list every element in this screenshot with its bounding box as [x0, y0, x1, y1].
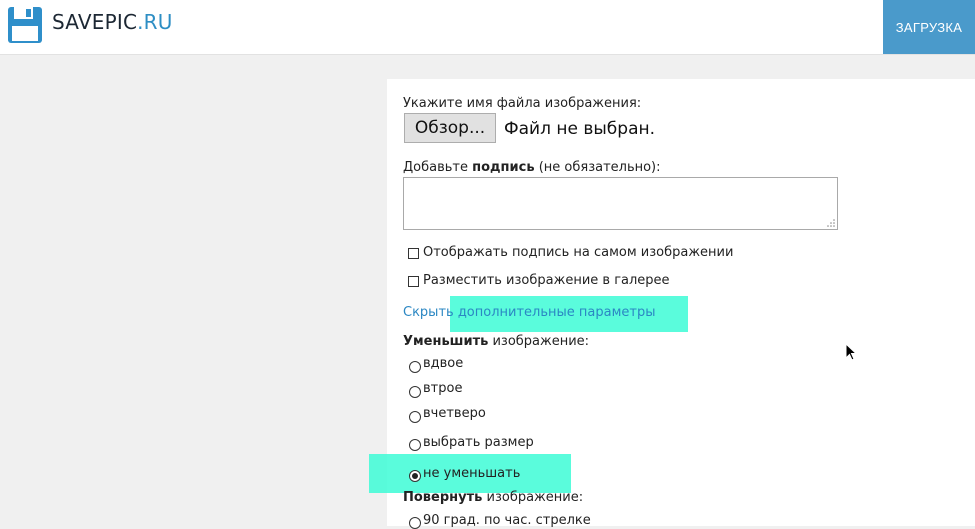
reduce-radio-none[interactable]: [409, 470, 421, 482]
reduce-option-label: не уменьшать: [423, 466, 521, 481]
caption-label: Добавьте подпись (не обязательно):: [403, 160, 661, 175]
reduce-label: Уменьшить изображение:: [403, 334, 589, 349]
rotate-radio-90cw[interactable]: [409, 517, 421, 529]
gallery-checkbox[interactable]: [408, 276, 419, 287]
reduce-radio-third[interactable]: [409, 386, 421, 398]
logo-tld: .RU: [137, 10, 173, 34]
reduce-option-label: вдвое: [423, 356, 464, 371]
logo-name: SAVEPIC: [52, 10, 138, 34]
site-logo[interactable]: SAVEPIC.RU: [52, 10, 173, 34]
reduce-option-label: выбрать размер: [423, 435, 534, 450]
rotate-label: Повернуть изображение:: [403, 490, 583, 505]
mouse-pointer-icon: [845, 343, 857, 361]
rotate-label-bold: Повернуть: [403, 490, 483, 505]
upload-nav-button[interactable]: ЗАГРУЗКА: [883, 0, 975, 54]
reduce-label-suffix: изображение:: [488, 334, 590, 349]
show-caption-checkbox[interactable]: [408, 248, 419, 259]
reduce-radio-quarter[interactable]: [409, 411, 421, 423]
top-bar: SAVEPIC.RU ЗАГРУЗКА: [0, 0, 975, 55]
caption-label-suffix: (не обязательно):: [534, 160, 661, 175]
caption-label-prefix: Добавьте: [403, 160, 473, 175]
reduce-option-label: втрое: [423, 381, 463, 396]
resize-grip-icon[interactable]: [827, 219, 835, 227]
browse-button[interactable]: Обзор...: [404, 113, 496, 143]
file-prompt-label: Укажите имя файла изображения:: [403, 96, 642, 111]
show-caption-label: Отображать подпись на самом изображении: [423, 245, 734, 260]
gallery-label: Разместить изображение в галерее: [423, 273, 670, 288]
caption-textarea[interactable]: [403, 177, 838, 230]
file-status-text: Файл не выбран.: [504, 119, 655, 139]
floppy-disk-icon: [8, 7, 42, 43]
toggle-hide-text: Скрыть: [403, 305, 454, 320]
rotate-label-suffix: изображение:: [482, 490, 584, 505]
reduce-label-bold: Уменьшить: [403, 334, 489, 349]
toggle-advanced-link[interactable]: Скрыть дополнительные параметры: [403, 305, 656, 320]
reduce-radio-custom[interactable]: [409, 439, 421, 451]
toggle-rest-text: дополнительные параметры: [453, 305, 656, 320]
caption-label-bold: подпись: [472, 160, 535, 175]
reduce-option-label: вчетверо: [423, 406, 486, 421]
reduce-radio-half[interactable]: [409, 361, 421, 373]
